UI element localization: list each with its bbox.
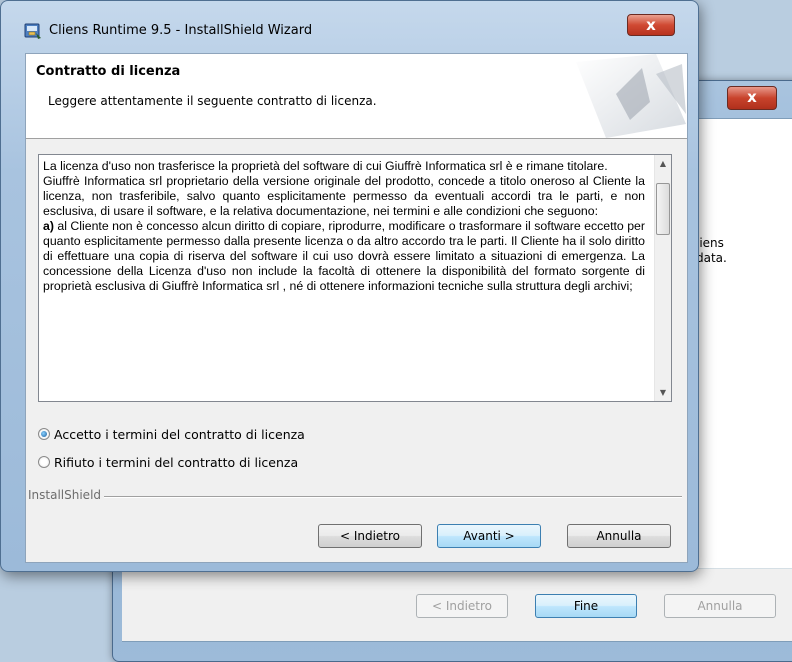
wizard-header: Contratto di licenza Leggere attentament… — [26, 54, 687, 139]
installshield-brand: InstallShield — [28, 488, 102, 502]
license-paragraph: La licenza d'uso non trasferisce la prop… — [43, 159, 608, 173]
next-button[interactable]: Avanti > — [437, 524, 541, 548]
close-button[interactable]: x — [627, 14, 675, 36]
wizard-client-area: Contratto di licenza Leggere attentament… — [25, 53, 688, 563]
license-paragraph: Giuffrè Informatica srl proprietario del… — [43, 174, 645, 218]
header-banner-art — [576, 54, 686, 138]
scroll-thumb[interactable] — [656, 183, 670, 235]
accept-radio[interactable] — [38, 428, 50, 440]
accept-option[interactable]: Accetto i termini del contratto di licen… — [38, 425, 305, 443]
background-close-button[interactable]: x — [727, 86, 777, 110]
scroll-up-arrow-icon[interactable]: ▲ — [655, 155, 671, 172]
back-button[interactable]: < Indietro — [318, 524, 422, 548]
background-text-line1: liens — [696, 236, 724, 250]
background-partial-text: liens data. — [696, 236, 727, 266]
decline-option[interactable]: Rifiuto i termini del contratto di licen… — [38, 453, 298, 471]
wizard-window: Cliens Runtime 9.5 - InstallShield Wizar… — [0, 0, 699, 572]
page-title: Contratto di licenza — [36, 64, 181, 79]
background-back-button[interactable]: < Indietro — [416, 594, 508, 618]
brand-divider: InstallShield — [26, 488, 687, 504]
decline-label: Rifiuto i termini del contratto di licen… — [54, 454, 299, 470]
clause-label: a) — [43, 219, 54, 233]
clause-text: al Cliente non è concesso alcun diritto … — [43, 219, 645, 293]
license-clause-a: a) al Cliente non è concesso alcun dirit… — [43, 219, 645, 294]
page-subtitle: Leggere attentamente il seguente contrat… — [48, 94, 377, 108]
background-finish-button[interactable]: Fine — [535, 594, 637, 618]
divider-line — [104, 496, 682, 498]
decline-radio[interactable] — [38, 456, 50, 468]
background-cancel-button[interactable]: Annulla — [664, 594, 776, 618]
scroll-down-arrow-icon[interactable]: ▼ — [655, 384, 671, 401]
license-text: La licenza d'uso non trasferisce la prop… — [43, 159, 645, 397]
installer-icon — [23, 21, 43, 41]
background-text-line2: data. — [696, 251, 727, 265]
license-text-box[interactable]: La licenza d'uso non trasferisce la prop… — [38, 154, 672, 402]
vertical-scrollbar[interactable]: ▲ ▼ — [654, 155, 671, 401]
cancel-button[interactable]: Annulla — [567, 524, 671, 548]
window-title: Cliens Runtime 9.5 - InstallShield Wizar… — [49, 23, 313, 38]
accept-label: Accetto i termini del contratto di licen… — [54, 426, 305, 442]
